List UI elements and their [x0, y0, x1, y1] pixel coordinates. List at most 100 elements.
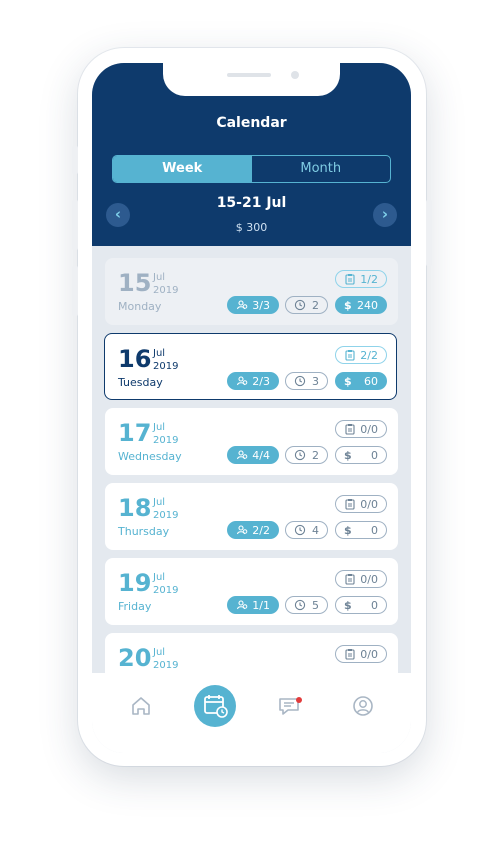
currency-symbol: $: [344, 448, 352, 462]
people-icon: [236, 600, 248, 610]
bookings-pill: 2/2: [227, 521, 279, 539]
amount-pill: $240: [335, 296, 387, 314]
people-icon: [236, 525, 248, 535]
clock-icon: [294, 449, 306, 461]
clipboard-icon: [345, 574, 355, 585]
view-toggle: Week Month: [112, 155, 391, 183]
day-card[interactable]: 17 Jul 2019 Wednesday 0/0 4/4 2 $0: [105, 408, 398, 475]
bookings-pill-value: 1/1: [252, 598, 270, 612]
amount-pill-value: 60: [364, 374, 378, 388]
hours-pill: 4: [285, 521, 328, 539]
hours-pill-value: 3: [312, 374, 319, 388]
currency-symbol: $: [344, 523, 352, 537]
day-list: 15 Jul 2019 Monday 1/2 3/3 2 $240 16 Jul 2019 Tuesd…: [92, 246, 411, 673]
day-month: Jul: [153, 272, 166, 283]
hours-pill: 5: [285, 596, 328, 614]
day-year: 2019: [153, 361, 179, 372]
phone-side-button: [72, 266, 78, 316]
day-number: 18: [118, 494, 152, 522]
people-icon: [236, 450, 248, 460]
currency-symbol: $: [344, 298, 352, 312]
week-total: $ 300: [235, 221, 268, 234]
amount-pill: $60: [335, 372, 387, 390]
week-range: 15-21 Jul: [216, 195, 287, 211]
profile-icon: [353, 696, 373, 716]
day-number: 19: [118, 569, 152, 597]
clock-icon: [294, 375, 306, 387]
calendar-header: Calendar Week Month ‹ 15-21 Jul $ 300 ›: [92, 63, 411, 246]
clock-icon: [294, 599, 306, 611]
day-number: 17: [118, 419, 152, 447]
next-week-button[interactable]: ›: [373, 203, 397, 227]
day-month: Jul: [153, 348, 166, 359]
day-month: Jul: [153, 497, 166, 508]
amount-pill: $0: [335, 596, 387, 614]
currency-symbol: $: [344, 374, 352, 388]
tasks-pill-value: 0/0: [360, 422, 378, 436]
day-month: Jul: [153, 572, 166, 583]
home-icon: [132, 697, 150, 715]
currency-symbol: $: [344, 598, 352, 612]
bookings-pill: 3/3: [227, 296, 279, 314]
tab-month[interactable]: Month: [252, 156, 391, 182]
day-month: Jul: [153, 647, 166, 658]
day-number: 16: [118, 345, 152, 373]
bookings-pill: 2/3: [227, 372, 279, 390]
tasks-pill-value: 2/2: [360, 348, 378, 362]
tasks-pill-value: 0/0: [360, 647, 378, 661]
tasks-pill: 0/0: [335, 570, 387, 588]
day-number: 15: [118, 269, 152, 297]
tasks-pill: 0/0: [335, 420, 387, 438]
amount-pill-value: 0: [371, 598, 378, 612]
bottom-tab-bar: [92, 673, 411, 753]
hours-pill-value: 2: [312, 448, 319, 462]
hours-pill-value: 2: [312, 298, 319, 312]
camera: [291, 71, 299, 79]
bookings-pill-value: 4/4: [252, 448, 270, 462]
day-card[interactable]: 20 Jul 2019 0/0: [105, 633, 398, 673]
day-card[interactable]: 18 Jul 2019 Thursday 0/0 2/2 4 $0: [105, 483, 398, 550]
amount-pill: $0: [335, 521, 387, 539]
phone-notch: [163, 63, 340, 96]
day-name: Thursday: [118, 525, 170, 538]
bookings-pill-value: 3/3: [252, 298, 270, 312]
day-year: 2019: [153, 510, 179, 521]
hours-pill: 2: [285, 296, 328, 314]
speaker: [227, 73, 271, 77]
bookings-pill-value: 2/3: [252, 374, 270, 388]
tasks-pill: 1/2: [335, 270, 387, 288]
profile-tab[interactable]: [350, 693, 376, 719]
calendar-tab[interactable]: [194, 685, 236, 727]
day-card[interactable]: 16 Jul 2019 Tuesday 2/2 2/3 3 $60: [104, 333, 397, 400]
phone-side-button: [426, 200, 432, 266]
hours-pill: 3: [285, 372, 328, 390]
clipboard-icon: [345, 350, 355, 361]
day-card[interactable]: 15 Jul 2019 Monday 1/2 3/3 2 $240: [105, 258, 398, 325]
bookings-pill-value: 2/2: [252, 523, 270, 537]
amount-pill: $0: [335, 446, 387, 464]
phone-side-button: [72, 146, 78, 174]
day-month: Jul: [153, 422, 166, 433]
tasks-pill: 0/0: [335, 645, 387, 663]
home-tab[interactable]: [128, 693, 154, 719]
calendar-icon: [204, 695, 228, 718]
clipboard-icon: [345, 499, 355, 510]
tab-week[interactable]: Week: [113, 156, 252, 182]
clipboard-icon: [345, 424, 355, 435]
clock-icon: [294, 524, 306, 536]
page-title: Calendar: [216, 115, 287, 131]
phone-side-button: [72, 200, 78, 250]
clock-icon: [294, 299, 306, 311]
bookings-pill: 1/1: [227, 596, 279, 614]
day-name: Wednesday: [118, 450, 182, 463]
hours-pill-value: 5: [312, 598, 319, 612]
day-year: 2019: [153, 585, 179, 596]
hours-pill: 2: [285, 446, 328, 464]
tasks-pill-value: 0/0: [360, 497, 378, 511]
day-name: Friday: [118, 600, 152, 613]
clipboard-icon: [345, 274, 355, 285]
people-icon: [236, 376, 248, 386]
day-card[interactable]: 19 Jul 2019 Friday 0/0 1/1 5 $0: [105, 558, 398, 625]
clipboard-icon: [345, 649, 355, 660]
day-year: 2019: [153, 660, 179, 671]
